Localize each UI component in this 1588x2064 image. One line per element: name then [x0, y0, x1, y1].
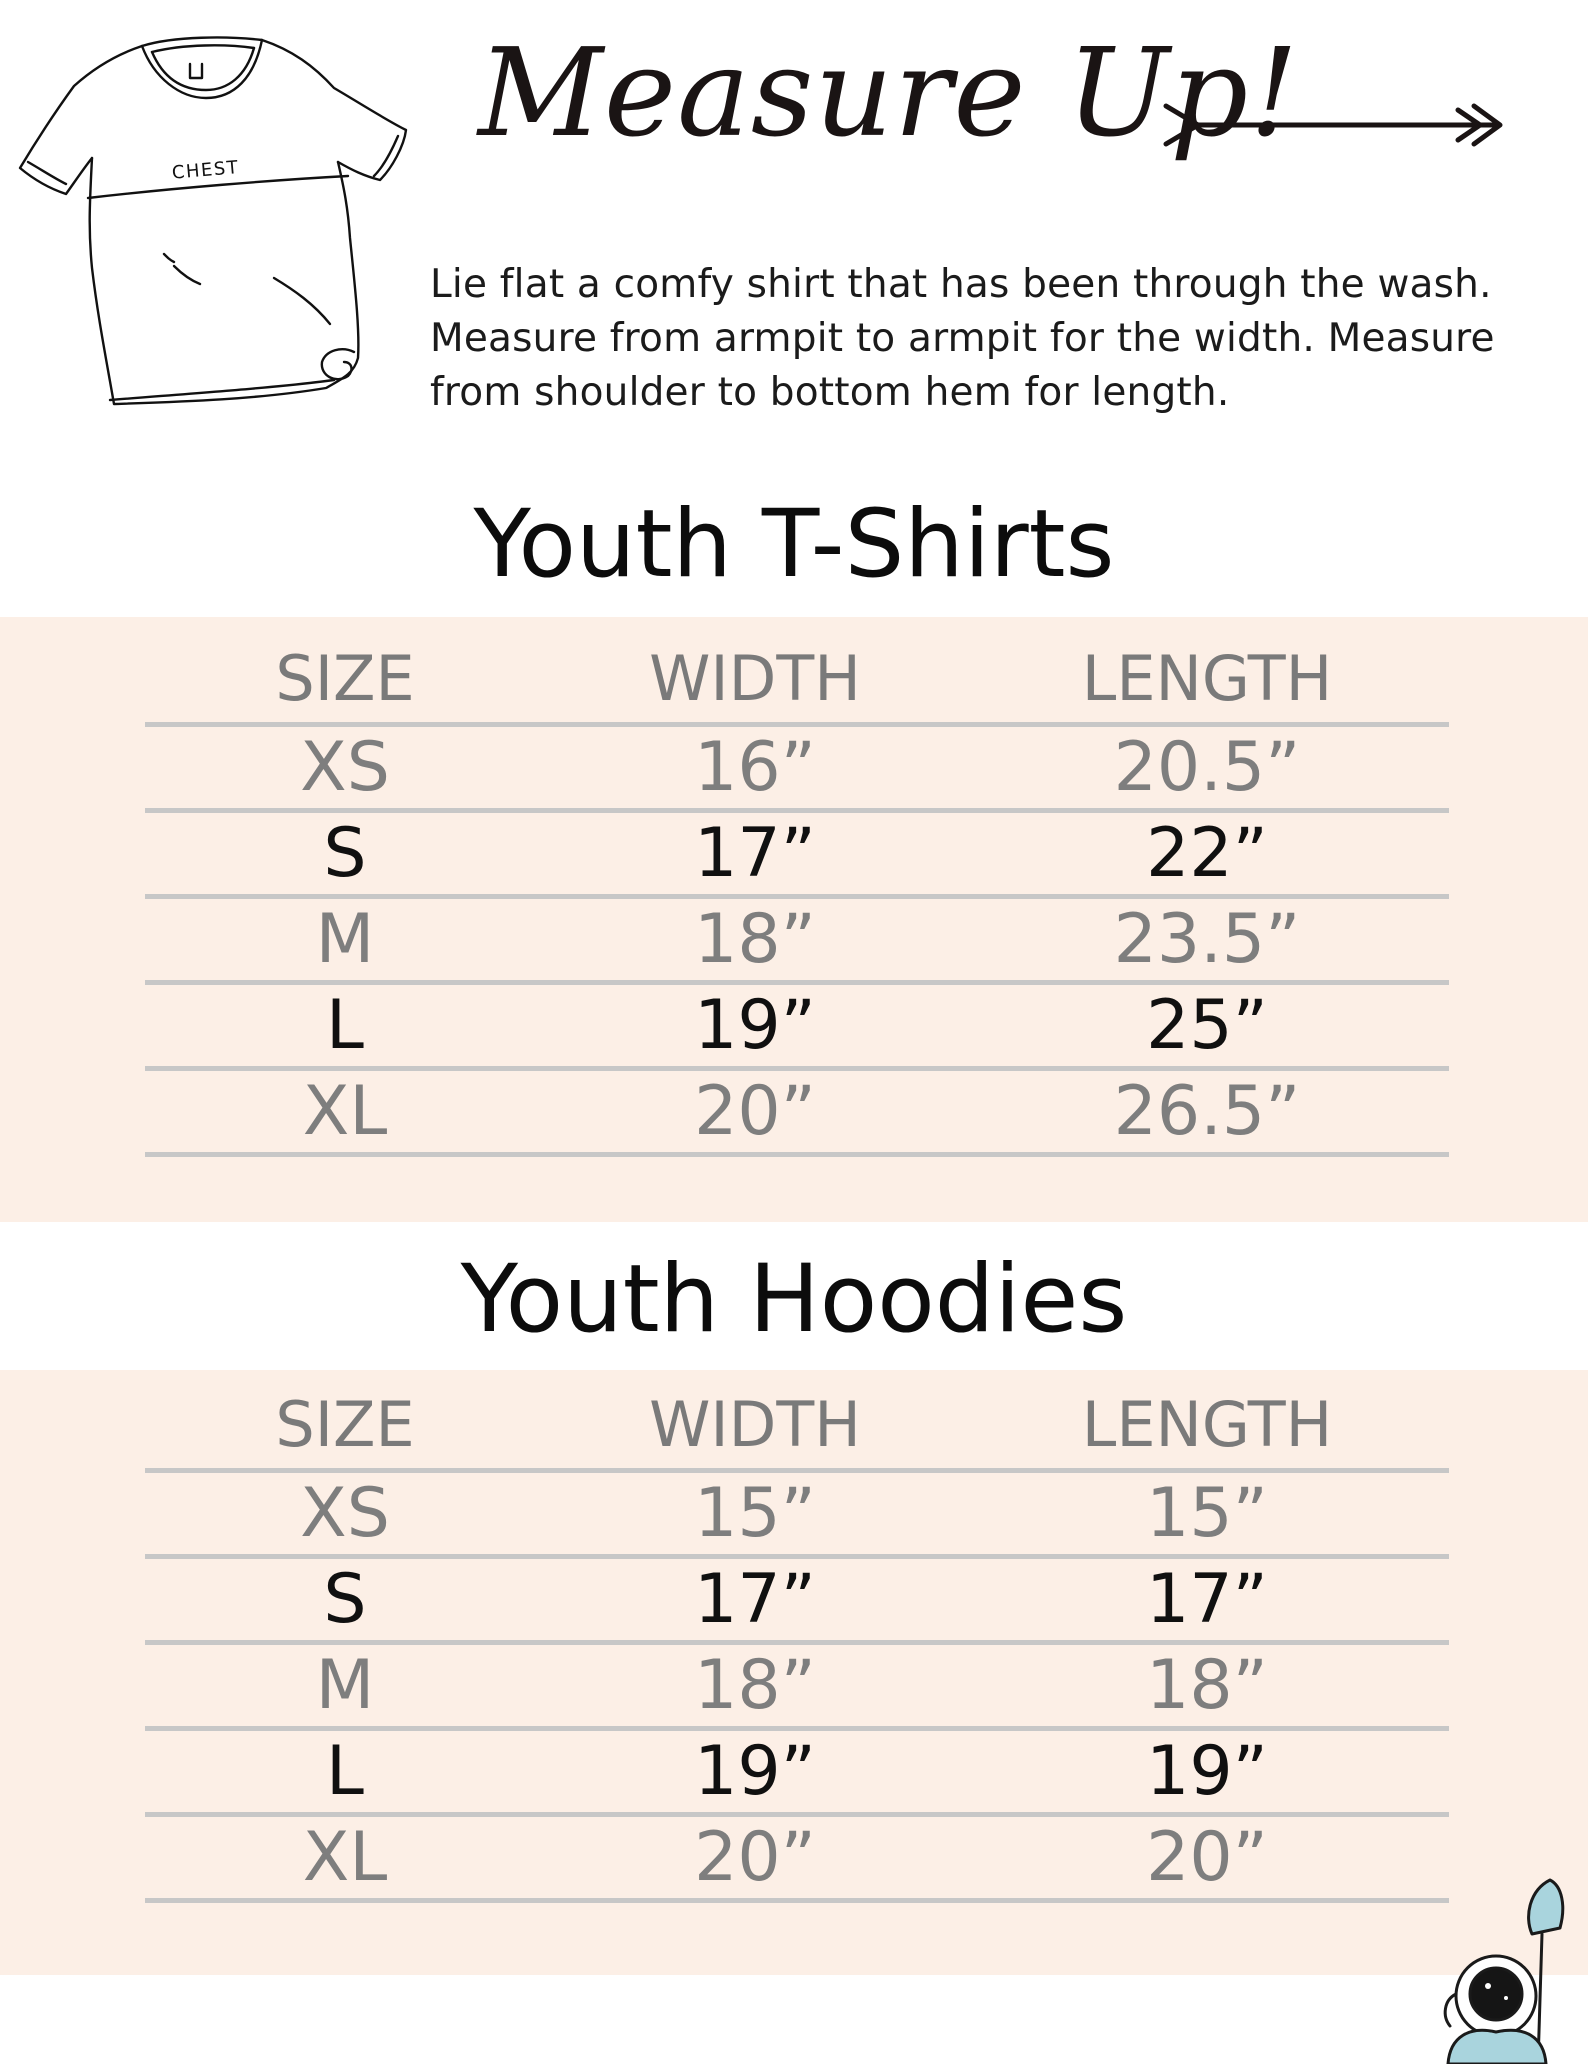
- size-cell: L: [326, 986, 364, 1065]
- table-row: XL 20” 26.5”: [145, 1071, 1449, 1157]
- hoodies-size-table: SIZE WIDTH LENGTH XS 15” 15” S 17” 17” M…: [145, 1380, 1449, 1903]
- size-cell: XS: [300, 1474, 390, 1553]
- width-cell: 20”: [694, 1072, 816, 1151]
- length-cell: 26.5”: [1113, 1072, 1301, 1151]
- width-cell: 15”: [694, 1474, 816, 1553]
- size-header: SIZE: [275, 1387, 415, 1461]
- length-cell: 18”: [1146, 1646, 1268, 1725]
- table-row: M 18” 23.5”: [145, 899, 1449, 985]
- table-row: S 17” 17”: [145, 1559, 1449, 1645]
- width-header: WIDTH: [649, 1387, 861, 1461]
- table-row: M 18” 18”: [145, 1645, 1449, 1731]
- table-row: L 19” 19”: [145, 1731, 1449, 1817]
- size-cell: M: [315, 1646, 375, 1725]
- width-header: WIDTH: [649, 641, 861, 715]
- table-row: XS 16” 20.5”: [145, 727, 1449, 813]
- table-row: XL 20” 20”: [145, 1817, 1449, 1903]
- hoodies-section-title: Youth Hoodies: [460, 1245, 1128, 1354]
- length-cell: 15”: [1146, 1474, 1268, 1553]
- astronaut-mascot-icon: [1443, 1878, 1565, 2064]
- width-cell: 18”: [694, 900, 816, 979]
- size-cell: XL: [302, 1072, 388, 1151]
- width-cell: 19”: [694, 986, 816, 1065]
- size-cell: XS: [300, 728, 390, 807]
- length-header: LENGTH: [1081, 1387, 1333, 1461]
- width-cell: 19”: [694, 1732, 816, 1811]
- arrow-right-icon: [1163, 103, 1503, 147]
- chest-label: CHEST: [171, 157, 240, 184]
- tshirt-chest-illustration: CHEST: [18, 36, 408, 406]
- table-row: L 19” 25”: [145, 985, 1449, 1071]
- size-cell: S: [323, 1560, 367, 1639]
- width-cell: 18”: [694, 1646, 816, 1725]
- length-cell: 17”: [1146, 1560, 1268, 1639]
- length-cell: 19”: [1146, 1732, 1268, 1811]
- width-cell: 17”: [694, 1560, 816, 1639]
- width-cell: 20”: [694, 1818, 816, 1897]
- table-row: XS 15” 15”: [145, 1473, 1449, 1559]
- size-cell: XL: [302, 1818, 388, 1897]
- table-row: S 17” 22”: [145, 813, 1449, 899]
- size-cell: S: [323, 814, 367, 893]
- length-cell: 20”: [1146, 1818, 1268, 1897]
- length-cell: 22”: [1146, 814, 1268, 893]
- size-cell: M: [315, 900, 375, 979]
- table-header-row: SIZE WIDTH LENGTH: [145, 1380, 1449, 1473]
- length-header: LENGTH: [1081, 641, 1333, 715]
- length-cell: 23.5”: [1113, 900, 1301, 979]
- tshirts-section-title: Youth T-Shirts: [473, 490, 1115, 599]
- length-cell: 20.5”: [1113, 728, 1301, 807]
- width-cell: 16”: [694, 728, 816, 807]
- size-cell: L: [326, 1732, 364, 1811]
- tshirts-size-table: SIZE WIDTH LENGTH XS 16” 20.5” S 17” 22”…: [145, 634, 1449, 1157]
- table-header-row: SIZE WIDTH LENGTH: [145, 634, 1449, 727]
- measuring-instructions: Lie flat a comfy shirt that has been thr…: [430, 262, 1495, 415]
- size-header: SIZE: [275, 641, 415, 715]
- length-cell: 25”: [1146, 986, 1268, 1065]
- width-cell: 17”: [694, 814, 816, 893]
